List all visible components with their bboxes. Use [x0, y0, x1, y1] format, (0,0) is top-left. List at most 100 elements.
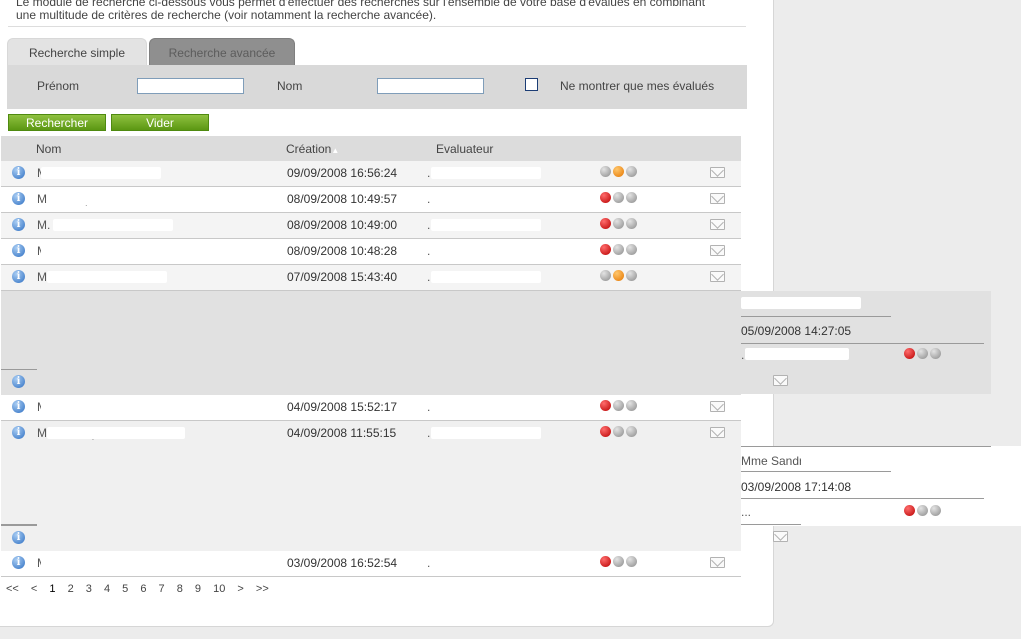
page-link-10[interactable]: 10 — [213, 583, 225, 595]
column-name[interactable]: Nom — [36, 142, 61, 156]
intro-text: Le module de recherche ci-dessous vous p… — [16, 0, 736, 22]
row-evaluator: ... — [741, 505, 752, 519]
envelope-icon[interactable] — [773, 531, 788, 542]
redaction-mask — [431, 401, 541, 413]
status-dot-orange — [613, 270, 624, 281]
status-indicator — [600, 400, 642, 413]
redaction-mask — [47, 271, 167, 283]
page-link-9[interactable]: 9 — [195, 583, 201, 595]
search-filter-bar: Prénom Nom Ne montrer que mes évalués — [7, 65, 747, 109]
table-row[interactable]: iM. ...07/09/2008 15:43:40... — [1, 265, 741, 291]
first-page-link[interactable]: << — [6, 583, 19, 595]
intro-line-2: une multitude de critères de recherche (… — [16, 8, 437, 22]
envelope-icon[interactable] — [710, 271, 725, 282]
envelope-icon[interactable] — [710, 167, 725, 178]
info-icon[interactable]: i — [12, 166, 25, 179]
status-indicator — [600, 556, 642, 569]
status-dot-red — [600, 218, 611, 229]
status-dot-red — [904, 348, 915, 359]
info-icon[interactable]: i — [12, 192, 25, 205]
table-row[interactable]: M. ...05/09/2008 14:27:05...i — [1, 291, 1021, 396]
info-icon[interactable]: i — [12, 531, 25, 544]
tab-simple-search[interactable]: Recherche simple — [7, 38, 147, 66]
page-link-2[interactable]: 2 — [68, 583, 74, 595]
page-link-1[interactable]: 1 — [49, 583, 55, 595]
row-created: 09/09/2008 16:56:24 — [287, 166, 398, 180]
table-row[interactable]: iM. ...08/09/2008 10:49:00... — [1, 213, 741, 239]
status-indicator — [600, 218, 642, 231]
page-link-6[interactable]: 6 — [140, 583, 146, 595]
status-indicator — [904, 348, 946, 361]
table-row[interactable]: iM. ...09/09/2008 16:56:24... — [1, 161, 741, 187]
status-indicator — [600, 166, 642, 179]
redaction-mask — [41, 401, 161, 413]
row-background — [1, 291, 741, 396]
only-mine-checkbox[interactable] — [525, 78, 538, 91]
table-row[interactable]: iMme Stéphanie ...08/09/2008 10:49:57... — [1, 187, 741, 213]
cell-border — [741, 471, 891, 472]
status-dot-grey — [626, 270, 637, 281]
status-dot-grey — [613, 556, 624, 567]
envelope-icon[interactable] — [710, 193, 725, 204]
envelope-icon[interactable] — [710, 557, 725, 568]
last-name-input[interactable] — [377, 78, 484, 94]
row-created: 03/09/2008 16:52:54 — [287, 556, 398, 570]
cell-border — [741, 498, 984, 499]
redaction-mask — [41, 167, 161, 179]
page-link-5[interactable]: 5 — [122, 583, 128, 595]
status-dot-red — [904, 505, 915, 516]
next-page-link[interactable]: > — [237, 583, 243, 595]
sort-ascending-icon: ▲ — [331, 146, 340, 155]
pagination: << < 1 2 3 4 5 6 7 8 9 10 > >> — [6, 583, 278, 595]
search-button[interactable]: Rechercher — [8, 114, 106, 131]
page-link-7[interactable]: 7 — [159, 583, 165, 595]
envelope-icon[interactable] — [710, 219, 725, 230]
tab-advanced-search[interactable]: Recherche avancée — [149, 38, 295, 66]
redaction-mask — [41, 245, 179, 257]
clear-button[interactable]: Vider — [111, 114, 209, 131]
envelope-icon[interactable] — [710, 245, 725, 256]
row-created: 03/09/2008 17:14:08 — [741, 480, 852, 494]
info-icon[interactable]: i — [12, 375, 25, 388]
info-icon[interactable]: i — [12, 270, 25, 283]
column-evaluator[interactable]: Evaluateur — [436, 142, 493, 156]
info-icon[interactable]: i — [12, 244, 25, 257]
status-dot-grey — [600, 166, 611, 177]
column-created-label: Création — [286, 142, 332, 156]
status-dot-grey — [930, 505, 941, 516]
redaction-mask — [801, 454, 921, 466]
redaction-mask — [431, 219, 541, 231]
table-row[interactable]: iM. ...03/09/2008 16:52:54... — [1, 551, 741, 577]
status-dot-red — [600, 192, 611, 203]
status-dot-grey — [613, 218, 624, 229]
page-link-4[interactable]: 4 — [104, 583, 110, 595]
row-created: 07/09/2008 15:43:40 — [287, 270, 398, 284]
last-page-link[interactable]: >> — [256, 583, 269, 595]
table-row[interactable]: Mme Sandrine ANDRE...03/09/2008 17:14:08… — [0, 421, 1021, 551]
status-dot-red — [600, 400, 611, 411]
info-icon[interactable]: i — [12, 400, 25, 413]
status-dot-grey — [626, 218, 637, 229]
prev-page-link[interactable]: < — [31, 583, 37, 595]
table-row[interactable]: iM. ...08/09/2008 10:48:28... — [1, 239, 741, 265]
info-icon[interactable]: i — [12, 218, 25, 231]
envelope-icon[interactable] — [710, 401, 725, 412]
status-dot-orange — [613, 166, 624, 177]
page-link-8[interactable]: 8 — [177, 583, 183, 595]
only-mine-label: Ne montrer que mes évalués — [560, 79, 715, 93]
column-created[interactable]: Création▲ — [286, 142, 339, 156]
redaction-mask — [41, 557, 179, 569]
table-row[interactable]: iM. Julien LEGRI...04/09/2008 15:52:17..… — [1, 395, 741, 421]
redaction-mask — [745, 348, 849, 360]
status-dot-grey — [626, 192, 637, 203]
row-created: 05/09/2008 14:27:05 — [741, 324, 852, 338]
cell-border — [1, 369, 37, 370]
info-icon[interactable]: i — [12, 556, 25, 569]
status-dot-grey — [626, 556, 637, 567]
first-name-input[interactable] — [137, 78, 244, 94]
cell-border — [741, 316, 891, 317]
status-dot-grey — [917, 348, 928, 359]
redaction-mask — [53, 219, 173, 231]
envelope-icon[interactable] — [773, 375, 788, 386]
page-link-3[interactable]: 3 — [86, 583, 92, 595]
